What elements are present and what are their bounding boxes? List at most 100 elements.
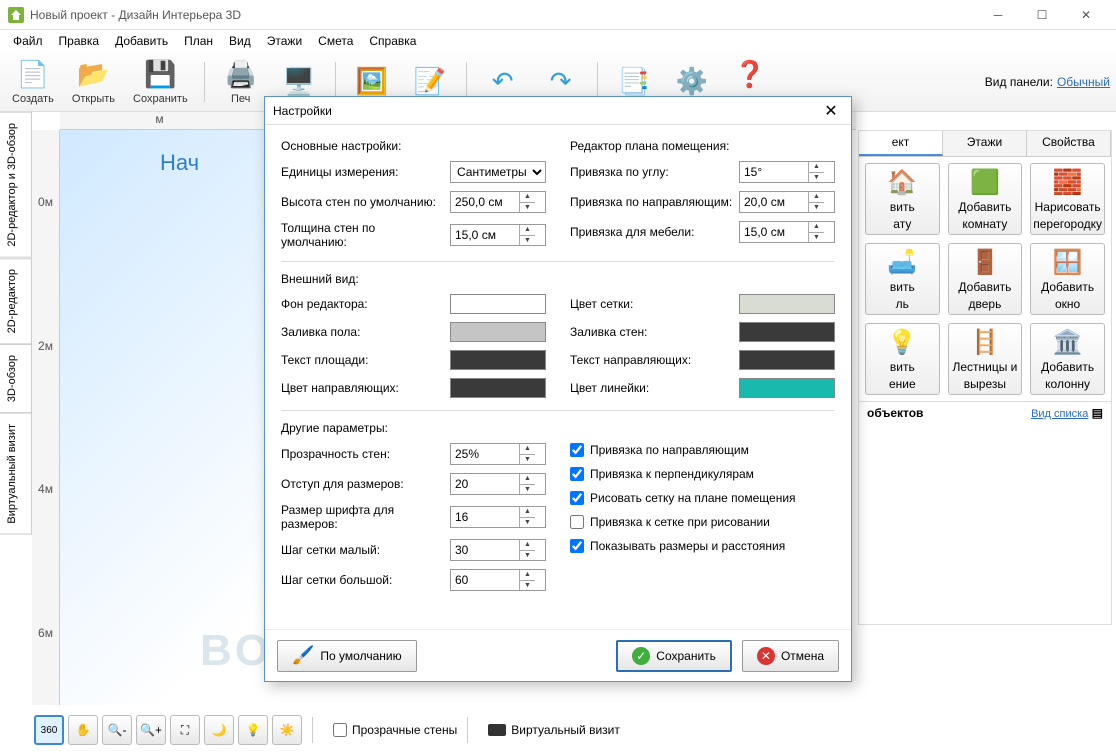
menu-view[interactable]: Вид: [222, 32, 258, 50]
ruler-color-swatch[interactable]: [739, 378, 835, 398]
chk-snap-perp[interactable]: Привязка к перпендикулярам: [570, 467, 835, 481]
cancel-button[interactable]: ✕Отмена: [742, 640, 839, 672]
menu-help[interactable]: Справка: [362, 32, 423, 50]
view-360-button[interactable]: 360: [34, 715, 64, 745]
spinner[interactable]: ▲▼: [519, 540, 535, 560]
dim-font-input[interactable]: ▲▼: [450, 506, 546, 528]
snap-furniture-input[interactable]: ▲▼: [739, 221, 835, 243]
open-button[interactable]: 📂Открыть: [66, 57, 121, 107]
list-view-icon[interactable]: ▤: [1092, 406, 1103, 420]
floor-color-swatch[interactable]: [450, 322, 546, 342]
chk-snap-guides[interactable]: Привязка по направляющим: [570, 443, 835, 457]
panel-mode-link[interactable]: Обычный: [1057, 75, 1110, 89]
pal-add-window[interactable]: 🪟Добавитьокно: [1030, 243, 1105, 315]
pan-button[interactable]: ✋: [68, 715, 98, 745]
redo-button[interactable]: ↷: [535, 64, 587, 100]
menu-plan[interactable]: План: [177, 32, 220, 50]
screen-button[interactable]: 🖥️: [273, 64, 325, 100]
defaults-button[interactable]: 🖌️По умолчанию: [277, 640, 417, 672]
printer-icon: 🖨️: [225, 59, 257, 91]
virtual-visit-button[interactable]: Виртуальный визит: [488, 723, 620, 737]
menu-estimate[interactable]: Смета: [311, 32, 360, 50]
help-icon: ❓: [734, 59, 766, 91]
units-select[interactable]: Сантиметры: [450, 161, 546, 183]
cancel-icon: ✕: [757, 647, 775, 665]
tab-properties[interactable]: Свойства: [1027, 131, 1111, 156]
zoom-out-button[interactable]: 🔍-: [102, 715, 132, 745]
maximize-button[interactable]: ☐: [1020, 0, 1064, 30]
dialog-title: Настройки: [273, 104, 819, 118]
snap-angle-input[interactable]: ▲▼: [739, 161, 835, 183]
menu-add[interactable]: Добавить: [108, 32, 175, 50]
guide-text-swatch[interactable]: [739, 350, 835, 370]
separator: [204, 62, 205, 102]
grid-big-input[interactable]: ▲▼: [450, 569, 546, 591]
ruler-left: 0м 2м 4м 6м: [32, 130, 60, 705]
menu-edit[interactable]: Правка: [52, 32, 107, 50]
save-button[interactable]: 💾Сохранить: [127, 57, 194, 107]
bg-color-swatch[interactable]: [450, 294, 546, 314]
guide-color-swatch[interactable]: [450, 378, 546, 398]
list-view-link[interactable]: Вид списка: [1031, 408, 1088, 420]
tab-virtual[interactable]: Виртуальный визит: [0, 413, 32, 535]
tab-floors[interactable]: Этажи: [943, 131, 1027, 156]
undo-button[interactable]: ↶: [477, 64, 529, 100]
close-button[interactable]: ✕: [1064, 0, 1108, 30]
pal-add-lighting-partial[interactable]: 💡витьение: [865, 323, 940, 395]
save-button[interactable]: ✓Сохранить: [616, 640, 732, 672]
tab-2d-3d[interactable]: 2D-редактор и 3D-обзор: [0, 112, 32, 258]
spinner[interactable]: ▲▼: [808, 162, 824, 182]
transparency-input[interactable]: ▲▼: [450, 443, 546, 465]
moon-button[interactable]: 🌙: [204, 715, 234, 745]
chk-show-dims[interactable]: Показывать размеры и расстояния: [570, 539, 835, 553]
check-icon: ✓: [632, 647, 650, 665]
spinner[interactable]: ▲▼: [808, 192, 824, 212]
pal-add-room-partial[interactable]: 🏠витьату: [865, 163, 940, 235]
print-button[interactable]: 🖨️Печ: [215, 57, 267, 107]
tab-2d[interactable]: 2D-редактор: [0, 258, 32, 344]
spinner[interactable]: ▲▼: [519, 507, 535, 527]
chk-snap-grid[interactable]: Привязка к сетке при рисовании: [570, 515, 835, 529]
spinner[interactable]: ▲▼: [519, 474, 535, 494]
area-text-color-swatch[interactable]: [450, 350, 546, 370]
catalog-body[interactable]: [859, 424, 1111, 624]
image-button[interactable]: 🖼️: [346, 64, 398, 100]
copy-button[interactable]: 📑: [608, 64, 660, 100]
menu-floors[interactable]: Этажи: [260, 32, 309, 50]
tab-3d[interactable]: 3D-обзор: [0, 344, 32, 413]
spinner[interactable]: ▲▼: [519, 444, 535, 464]
pal-draw-partition[interactable]: 🧱Нарисоватьперегородку: [1030, 163, 1105, 235]
minimize-button[interactable]: ─: [976, 0, 1020, 30]
snap-guide-input[interactable]: ▲▼: [739, 191, 835, 213]
menu-file[interactable]: Файл: [6, 32, 50, 50]
wall-thickness-input[interactable]: ▲▼: [450, 224, 546, 246]
bulb-button[interactable]: 💡: [238, 715, 268, 745]
spinner[interactable]: ▲▼: [519, 225, 535, 245]
zoom-fit-button[interactable]: ⛶: [170, 715, 200, 745]
wall-height-input[interactable]: ▲▼: [450, 191, 546, 213]
grid-small-input[interactable]: ▲▼: [450, 539, 546, 561]
spinner[interactable]: ▲▼: [519, 570, 535, 590]
settings-button[interactable]: ⚙️: [666, 64, 718, 100]
pal-stairs[interactable]: 🪜Лестницы ивырезы: [948, 323, 1023, 395]
zoom-in-button[interactable]: 🔍+: [136, 715, 166, 745]
catalog-header: объектов Вид списка ▤: [859, 401, 1111, 424]
wall-fill-swatch[interactable]: [739, 322, 835, 342]
pal-add-door[interactable]: 🚪Добавитьдверь: [948, 243, 1023, 315]
notepad-icon: 📝: [414, 66, 446, 98]
spinner[interactable]: ▲▼: [519, 192, 535, 212]
grid-color-swatch[interactable]: [739, 294, 835, 314]
tab-project[interactable]: ект: [859, 131, 943, 156]
dim-offset-input[interactable]: ▲▼: [450, 473, 546, 495]
create-button[interactable]: 📄Создать: [6, 57, 60, 107]
zoom-in-icon: 🔍+: [140, 723, 162, 737]
sun-button[interactable]: ☀️: [272, 715, 302, 745]
transparent-walls-checkbox[interactable]: Прозрачные стены: [333, 723, 457, 737]
pal-add-furniture-partial[interactable]: 🛋️витьль: [865, 243, 940, 315]
spinner[interactable]: ▲▼: [808, 222, 824, 242]
notes-button[interactable]: 📝: [404, 64, 456, 100]
pal-add-room[interactable]: 🟩Добавитькомнату: [948, 163, 1023, 235]
pal-add-column[interactable]: 🏛️Добавитьколонну: [1030, 323, 1105, 395]
chk-draw-grid[interactable]: Рисовать сетку на плане помещения: [570, 491, 835, 505]
dialog-close-button[interactable]: ✕: [819, 99, 843, 123]
